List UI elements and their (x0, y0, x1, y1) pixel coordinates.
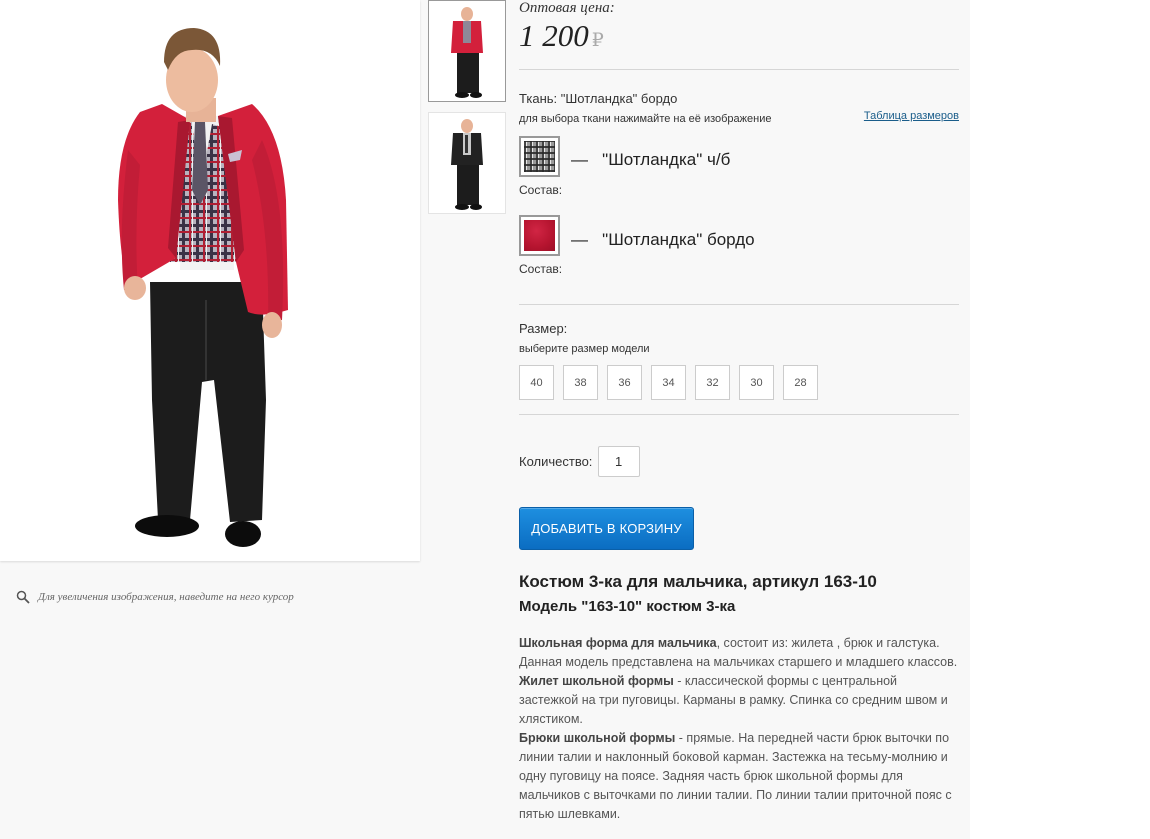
main-product-image[interactable] (0, 0, 420, 561)
size-option-34[interactable]: 34 (651, 365, 686, 400)
dash: — (571, 150, 588, 169)
thumbnail-red-blazer-figure (451, 7, 483, 98)
boy-in-red-blazer-illustration (118, 28, 288, 547)
product-subtitle: Модель "163-10" костюм 3-ка (519, 598, 736, 615)
fabric-swatch-burgundy[interactable] (519, 215, 560, 256)
size-option-28[interactable]: 28 (783, 365, 818, 400)
size-option-36[interactable]: 36 (607, 365, 642, 400)
size-options: 40 38 36 34 32 30 28 (519, 365, 818, 400)
product-description: Школьная форма для мальчика, состоит из:… (519, 634, 959, 824)
zoom-hint: Для увеличения изображения, наведите на … (16, 590, 294, 604)
quantity-input[interactable] (598, 446, 640, 477)
fabric-label: Ткань: "Шотландка" бордо (519, 91, 678, 106)
fabric-hint: для выбора ткани нажимайте на её изображ… (519, 113, 772, 125)
fabric-composition: Состав: (519, 183, 563, 197)
fabric-option-label: "Шотландка" бордо (602, 230, 755, 249)
price-label: Оптовая цена: (519, 0, 615, 16)
thumbnail-black-blazer[interactable] (428, 112, 506, 214)
divider (519, 69, 959, 70)
size-label: Размер: (519, 321, 568, 336)
quantity-label: Количество: (519, 454, 593, 469)
thumbnail-black-blazer-figure (451, 119, 483, 210)
add-to-cart-button[interactable]: ДОБАВИТЬ В КОРЗИНУ (519, 507, 694, 550)
size-table-link[interactable]: Таблица размеров (864, 110, 959, 122)
thumbnail-red-blazer[interactable] (428, 0, 506, 102)
zoom-hint-text: Для увеличения изображения, наведите на … (38, 591, 294, 603)
price-value: 1 200 ₽ (519, 18, 604, 54)
fabric-swatch-plaid[interactable] (519, 136, 560, 177)
currency-symbol: ₽ (591, 30, 604, 51)
fabric-composition: Состав: (519, 262, 563, 276)
description-heading: Школьная форма для мальчика (519, 636, 717, 650)
size-option-32[interactable]: 32 (695, 365, 730, 400)
fabric-option-name: — "Шотландка" бордо (571, 230, 755, 250)
size-option-40[interactable]: 40 (519, 365, 554, 400)
size-option-30[interactable]: 30 (739, 365, 774, 400)
description-heading: Жилет школьной формы (519, 674, 674, 688)
size-option-38[interactable]: 38 (563, 365, 598, 400)
magnifier-icon (16, 590, 30, 604)
description-heading: Брюки школьной формы (519, 731, 676, 745)
dash: — (571, 230, 588, 249)
price-amount: 1 200 (519, 18, 589, 53)
divider (519, 414, 959, 415)
product-title: Костюм 3-ка для мальчика, артикул 163-10 (519, 572, 877, 591)
burgundy-fill (524, 220, 555, 251)
fabric-option-label: "Шотландка" ч/б (602, 150, 731, 169)
plaid-pattern (524, 141, 555, 172)
divider (519, 304, 959, 305)
size-hint: выберите размер модели (519, 343, 650, 355)
fabric-option-name: — "Шотландка" ч/б (571, 150, 730, 170)
